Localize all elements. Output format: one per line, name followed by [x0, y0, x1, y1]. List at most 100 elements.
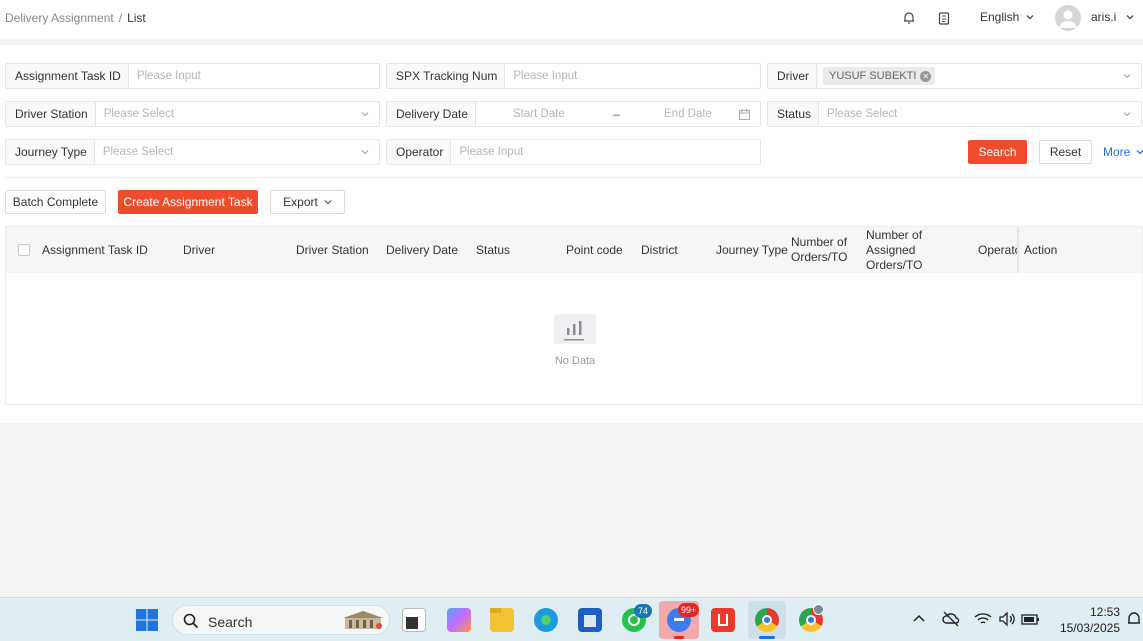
column-header[interactable]: Journey Type [716, 227, 788, 273]
reset-button[interactable]: Reset [1039, 140, 1092, 164]
fixed-column-shadow [1017, 227, 1020, 273]
taskbar-search[interactable]: Search [172, 605, 390, 635]
status-filter[interactable]: Status Please Select [767, 101, 1142, 127]
operator-input[interactable]: Please Input [451, 146, 760, 158]
task-view-icon[interactable] [402, 608, 426, 632]
file-explorer-icon[interactable] [490, 608, 514, 632]
chevron-down-icon [1026, 15, 1034, 20]
driver-station-select[interactable]: Please Select [96, 108, 379, 120]
chevron-down-icon [361, 150, 369, 155]
cloud-off-icon[interactable] [942, 611, 960, 627]
select-all-checkbox[interactable] [18, 244, 30, 256]
start-date-input[interactable]: Start Date [513, 108, 565, 120]
breadcrumb: Delivery Assignment / List [5, 11, 146, 25]
chrome-profile-icon[interactable] [799, 604, 824, 632]
end-date-input[interactable]: End Date [664, 108, 712, 120]
wifi-icon[interactable] [974, 611, 992, 627]
empty-data-icon [554, 314, 596, 344]
batch-complete-button[interactable]: Batch Complete [5, 190, 106, 214]
user-icon [1059, 10, 1077, 28]
status-select[interactable]: Please Select [819, 108, 1141, 120]
building-illustration-icon [343, 611, 383, 629]
spx-tracking-num-filter: SPX Tracking Num Please Input [386, 63, 761, 89]
chrome-icon[interactable] [755, 608, 779, 632]
driver-filter[interactable]: Driver YUSUF SUBEKTI ✕ [767, 63, 1142, 89]
calendar-icon [739, 109, 750, 120]
messenger-running-indicator [674, 636, 684, 639]
divider [5, 177, 1143, 178]
column-header[interactable]: Assignment Task ID [42, 227, 148, 273]
clock-time: 12:53 [1089, 605, 1120, 619]
chevron-down-icon [1123, 74, 1131, 79]
chevron-up-icon[interactable] [913, 613, 925, 625]
column-header[interactable]: Number of Orders/TO [791, 227, 851, 273]
column-header[interactable]: District [641, 227, 678, 273]
language-selector[interactable]: English [980, 10, 1034, 24]
more-label: More [1103, 145, 1131, 159]
taskbar-clock[interactable]: 12:53 15/03/2025 [1050, 604, 1120, 636]
bell-icon[interactable] [902, 11, 916, 25]
close-icon[interactable]: ✕ [920, 70, 932, 82]
column-header[interactable]: Point code [566, 227, 623, 273]
chevron-down-icon [1123, 112, 1131, 117]
create-assignment-task-button[interactable]: Create Assignment Task [118, 190, 258, 214]
microsoft-store-icon[interactable] [578, 608, 602, 632]
driver-tag: YUSUF SUBEKTI ✕ [823, 67, 936, 85]
taskbar: Search 74 99+ 12:53 15/03/2025 [0, 597, 1143, 641]
notification-icon[interactable] [1126, 611, 1142, 627]
column-header[interactable]: Status [476, 227, 510, 273]
spx-tracking-num-input[interactable]: Please Input [505, 70, 760, 82]
clock-date: 15/03/2025 [1059, 621, 1120, 635]
assignment-table: Assignment Task ID Driver Driver Station… [5, 226, 1143, 405]
delivery-date-filter[interactable]: Delivery Date Start Date – End Date [386, 101, 761, 127]
export-label: Export [283, 195, 318, 209]
user-menu[interactable]: aris.i [1091, 10, 1134, 24]
spx-tracking-num-label: SPX Tracking Num [387, 64, 506, 88]
search-icon [183, 613, 199, 629]
more-filters-toggle[interactable]: More [1103, 145, 1143, 159]
assignment-task-id-input[interactable]: Please Input [129, 70, 379, 82]
chevron-down-icon [324, 200, 332, 205]
wps-office-icon[interactable] [711, 608, 735, 632]
driver-station-filter[interactable]: Driver Station Please Select [5, 101, 380, 127]
chevron-down-icon [361, 112, 369, 117]
whatsapp-badge: 74 [634, 604, 652, 618]
column-header[interactable]: Driver [183, 227, 215, 273]
top-bar: Delivery Assignment / List English aris.i [0, 0, 1143, 38]
date-range-separator: – [613, 107, 620, 121]
chrome-running-indicator [759, 636, 775, 639]
journey-type-select[interactable]: Please Select [95, 146, 379, 158]
battery-icon[interactable] [1021, 611, 1041, 627]
export-button[interactable]: Export [270, 190, 345, 214]
breadcrumb-parent[interactable]: Delivery Assignment [5, 11, 114, 25]
clipboard-icon[interactable] [937, 11, 951, 25]
column-header: Action [1024, 242, 1058, 257]
breadcrumb-current: List [127, 11, 146, 25]
taskbar-search-label: Search [208, 614, 253, 630]
assignment-task-id-filter: Assignment Task ID Please Input [5, 63, 380, 89]
operator-label: Operator [387, 140, 452, 164]
driver-label: Driver [768, 64, 817, 88]
driver-tag-label: YUSUF SUBEKTI [829, 70, 917, 82]
language-label: English [980, 10, 1020, 24]
avatar[interactable] [1055, 5, 1081, 31]
breadcrumb-separator: / [118, 11, 123, 25]
windows-start-icon[interactable] [135, 608, 159, 632]
empty-text: No Data [554, 355, 596, 367]
column-header[interactable]: Delivery Date [386, 227, 458, 273]
chevron-down-icon [1136, 150, 1143, 155]
journey-type-filter[interactable]: Journey Type Please Select [5, 139, 380, 165]
assignment-task-id-label: Assignment Task ID [6, 64, 129, 88]
search-button[interactable]: Search [968, 140, 1027, 164]
column-header[interactable]: Operator [978, 227, 1018, 273]
delivery-date-label: Delivery Date [387, 102, 477, 126]
column-header[interactable]: Number of Assigned Orders/TO [866, 227, 971, 273]
column-header[interactable]: Driver Station [296, 227, 369, 273]
edge-icon[interactable] [534, 608, 558, 632]
volume-icon[interactable] [998, 611, 1016, 627]
operator-filter: Operator Please Input [386, 139, 761, 165]
main-panel: Assignment Task ID Please Input SPX Trac… [0, 45, 1143, 423]
copilot-icon[interactable] [447, 608, 471, 632]
driver-station-label: Driver Station [6, 102, 96, 126]
username: aris.i [1091, 10, 1117, 24]
